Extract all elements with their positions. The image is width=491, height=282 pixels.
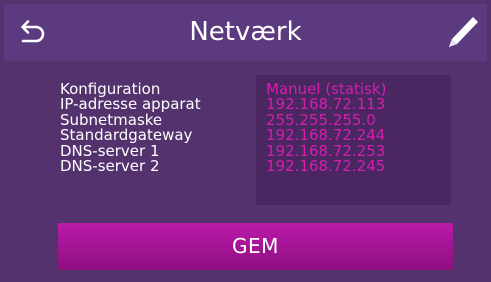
pencil-icon xyxy=(449,17,478,47)
values-panel: Manuel (statisk) 192.168.72.113 255.255.… xyxy=(256,75,451,205)
label-dns-server-2: DNS-server 2 xyxy=(60,157,160,176)
network-settings-screen: Netværk Konfiguration IP-adresse apparat… xyxy=(0,0,491,282)
value-dns-server-2: 192.168.72.245 xyxy=(266,157,386,176)
save-button[interactable]: GEM xyxy=(58,223,453,270)
page-title: Netværk xyxy=(189,17,302,47)
settings-labels: Konfiguration IP-adresse apparat Subnetm… xyxy=(60,81,201,176)
edit-button[interactable] xyxy=(443,12,481,52)
settings-values: Manuel (statisk) 192.168.72.113 255.255.… xyxy=(266,81,386,176)
header-bar: Netværk xyxy=(4,4,487,61)
